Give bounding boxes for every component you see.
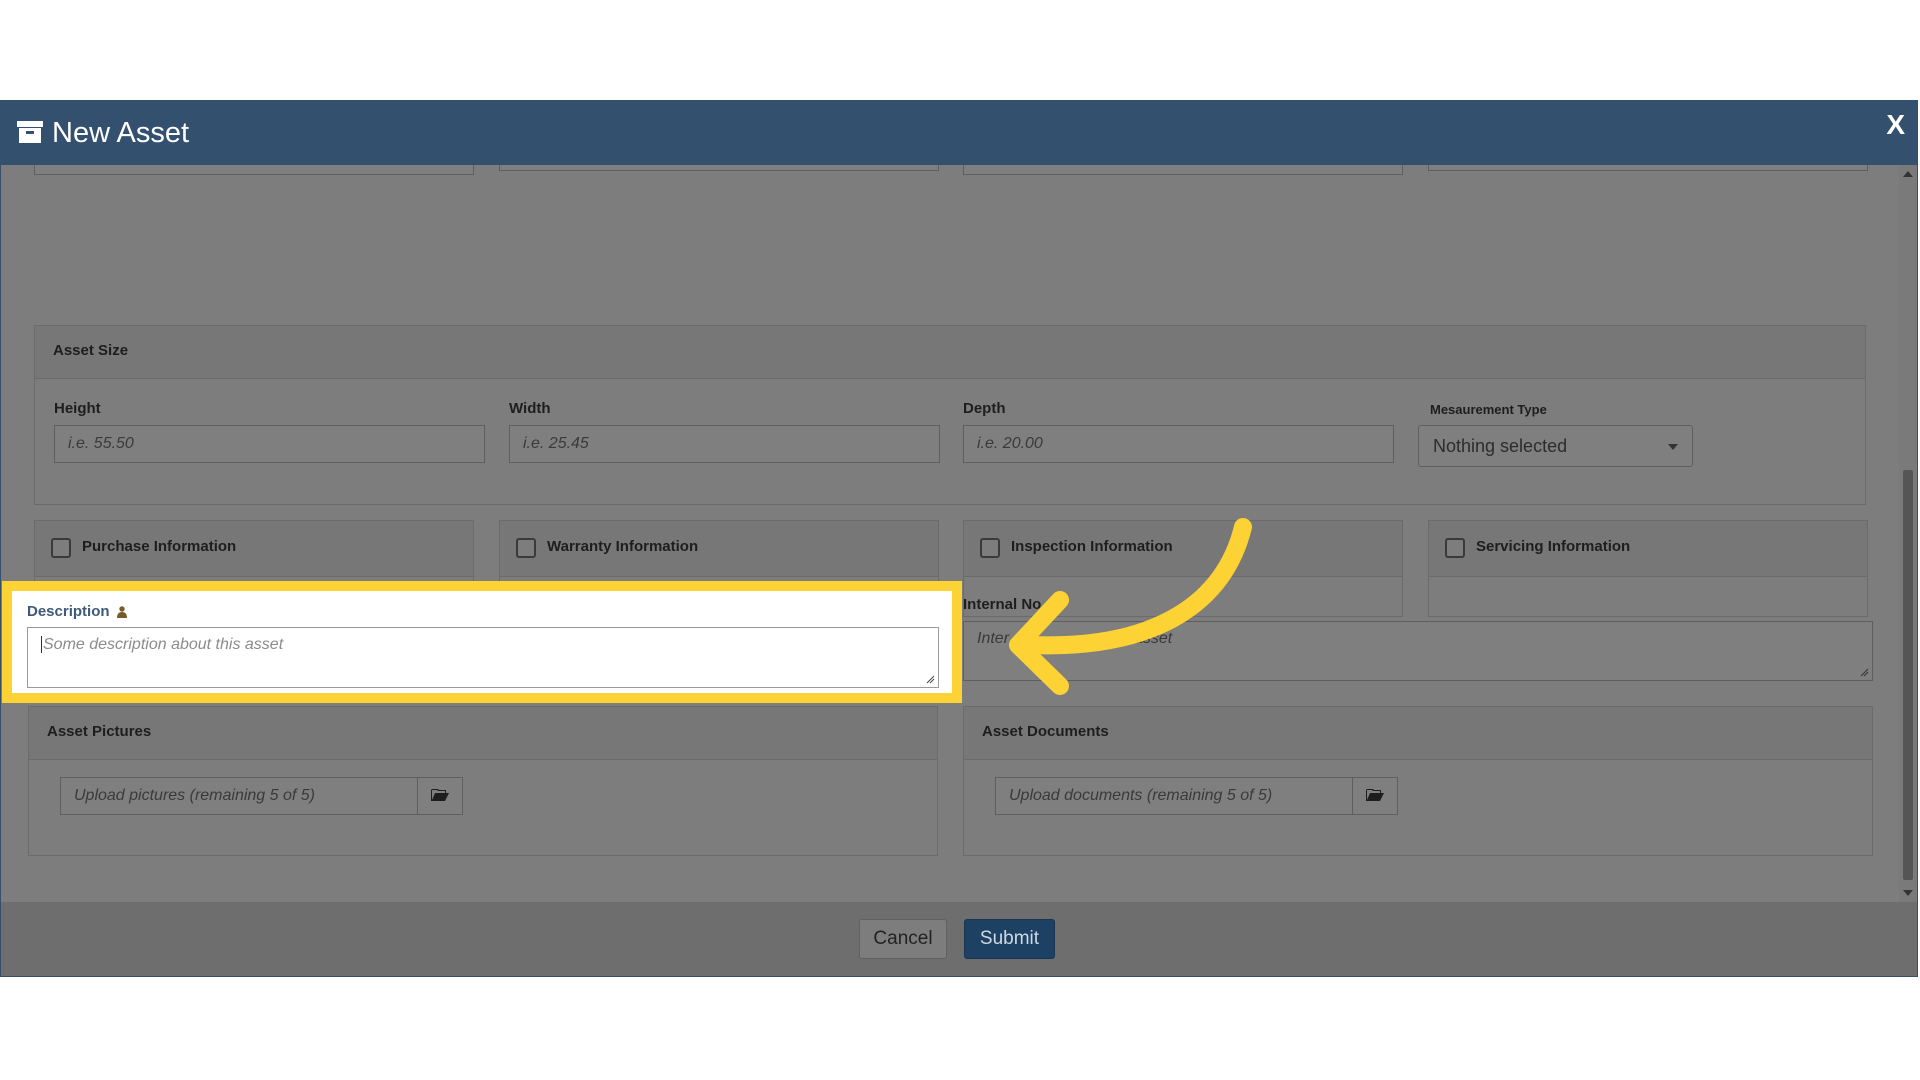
pointer-arrow-icon — [1009, 518, 1252, 695]
